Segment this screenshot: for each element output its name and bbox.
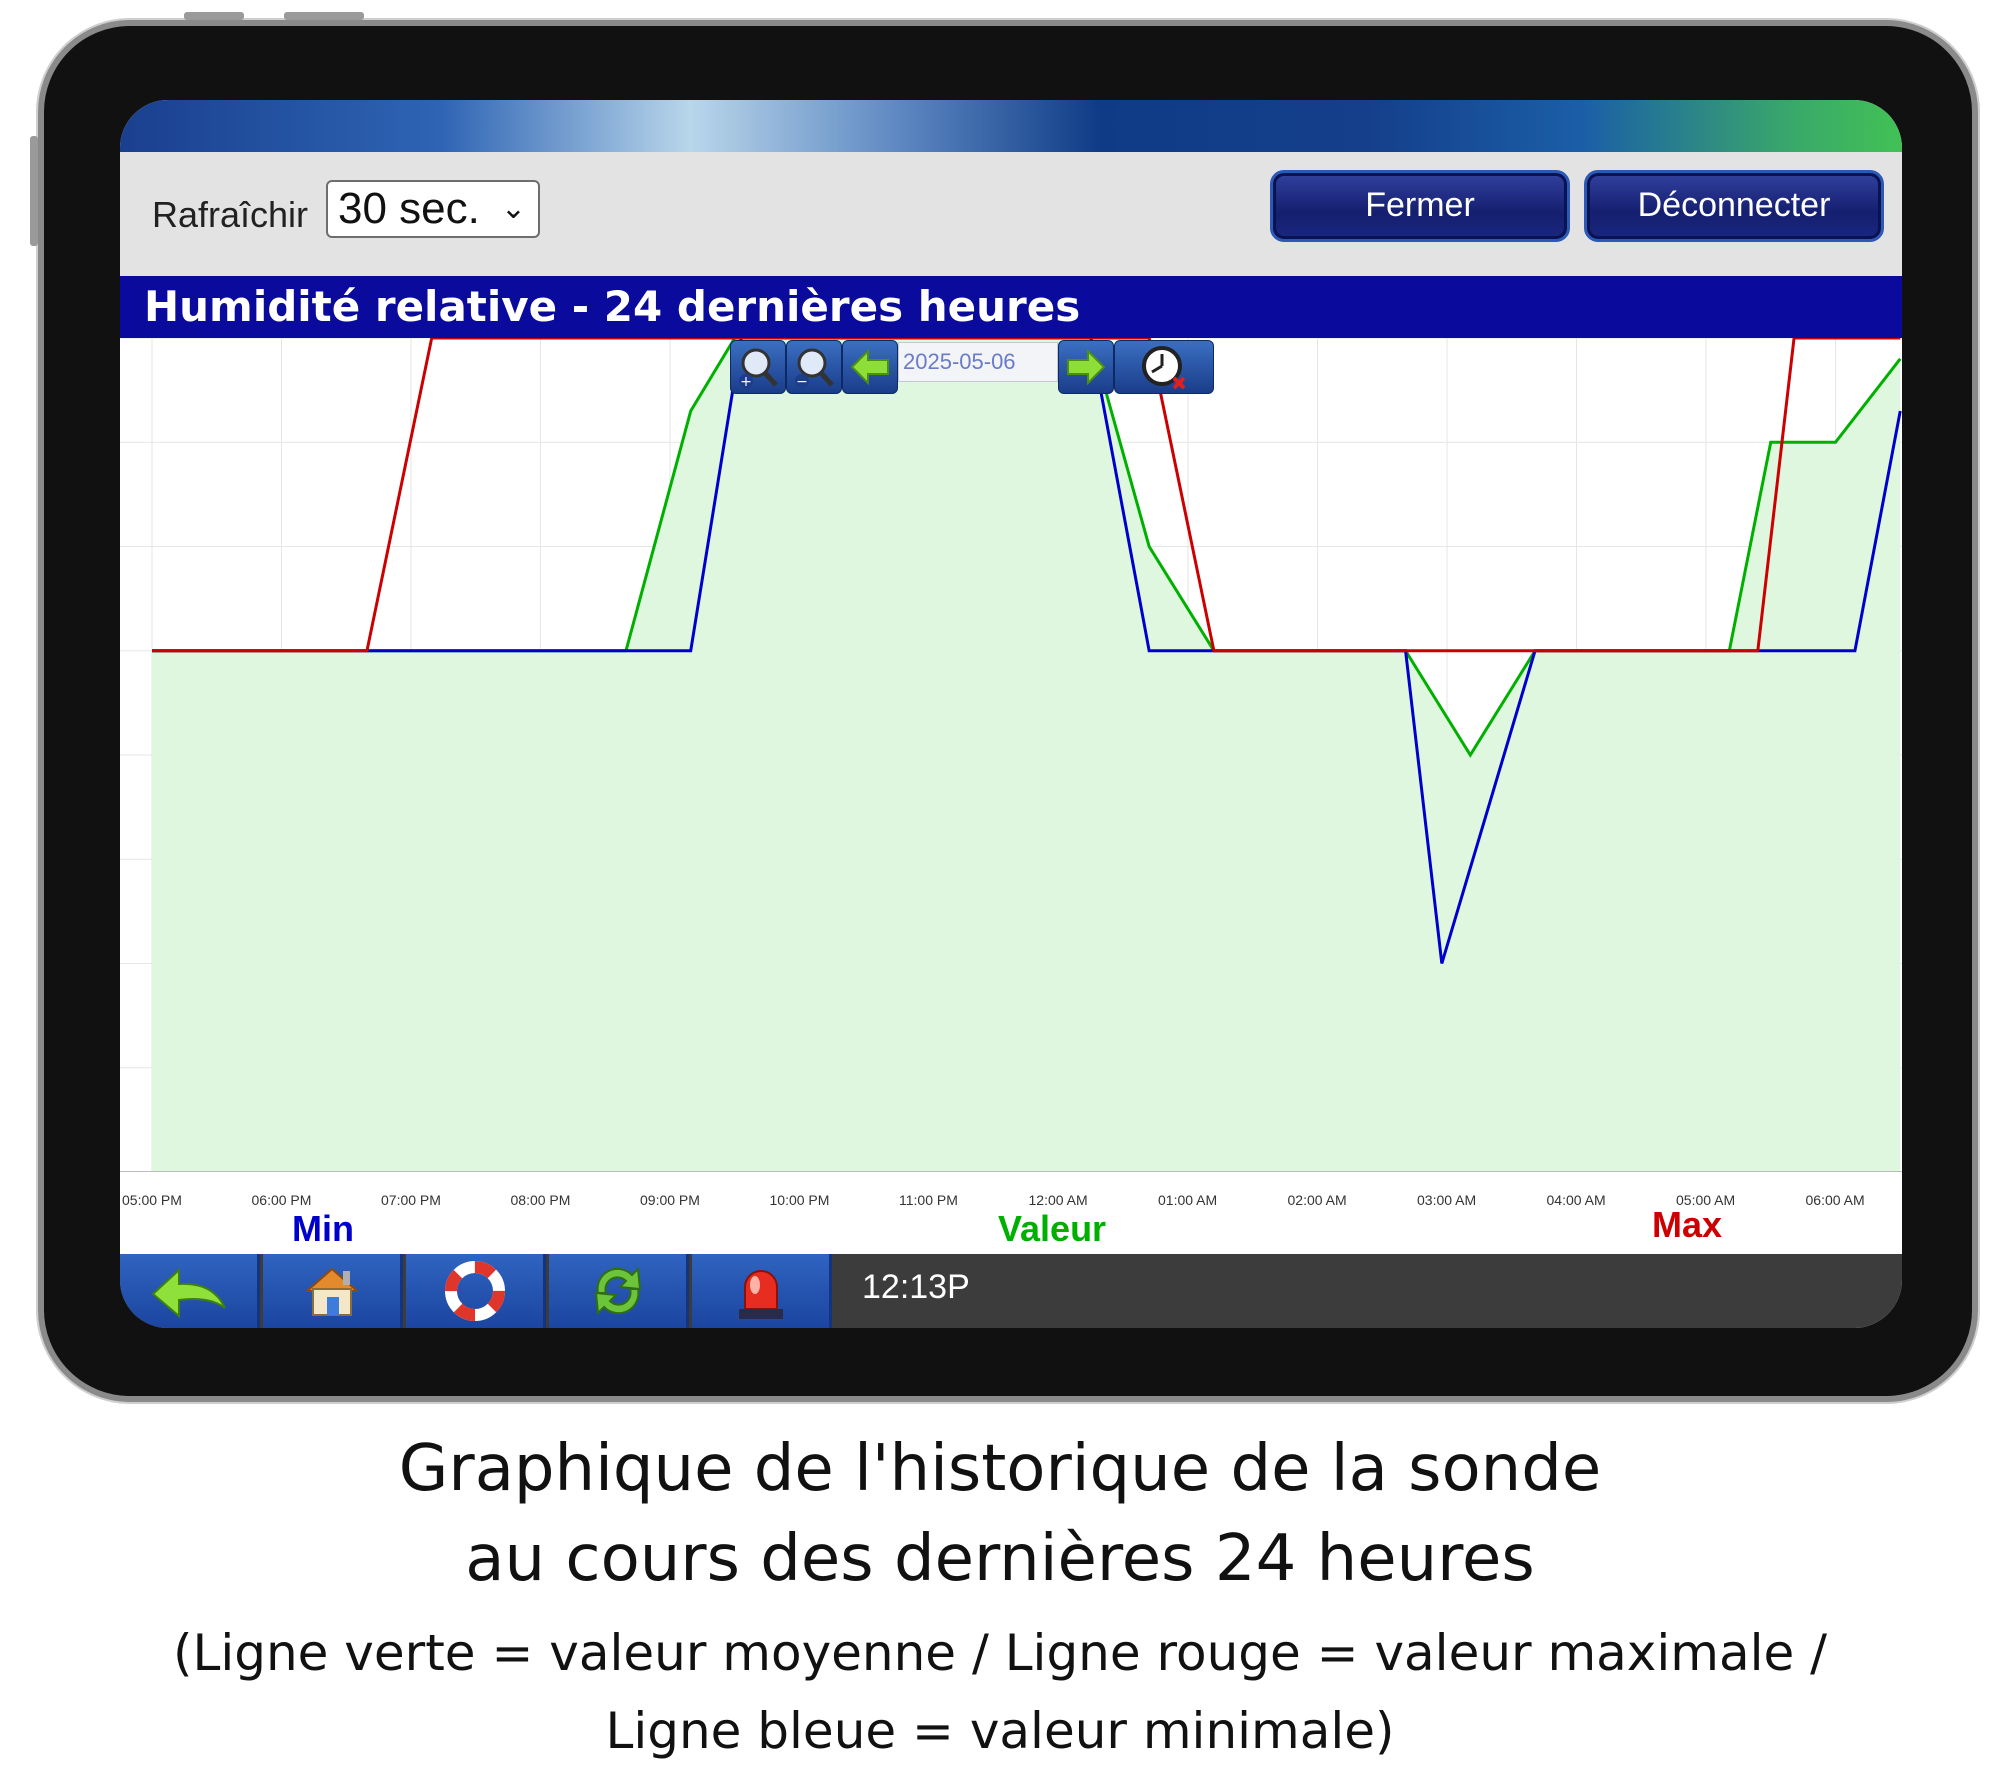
x-tick-label: 01:00 AM [1158,1192,1218,1208]
back-button[interactable] [120,1254,260,1328]
x-tick-label: 07:00 PM [381,1192,441,1208]
zoom-in-icon: + [739,348,778,389]
caption-line-1: Graphique de l'historique de la sonde [398,1432,1602,1506]
x-tick-label: 09:00 PM [640,1192,700,1208]
refresh-label: Rafraîchir [152,194,309,235]
legend-value: Valeur [998,1208,1107,1249]
x-tick-label: 08:00 PM [510,1192,571,1208]
home-button[interactable] [263,1254,403,1328]
home-icon [303,1267,360,1316]
date-field[interactable]: 2025-05-06 [898,342,1058,382]
x-tick-label: 11:00 PM [899,1192,958,1208]
zoom-out-icon: − [795,348,834,389]
bottom-nav-bar: 12:13P [120,1254,1902,1328]
back-arrow-icon [150,1267,226,1318]
x-tick-label: 04:00 AM [1546,1192,1606,1208]
lifebuoy-icon [444,1261,505,1321]
caption-line-4: Ligne bleue = valeur minimale) [605,1702,1395,1760]
power-button [284,12,364,20]
refresh-icon [594,1266,641,1316]
caption-line-2: au cours des dernières 24 heures [465,1522,1535,1596]
header-banner [120,100,1902,152]
x-tick-label: 05:00 PM [122,1192,182,1208]
time-display: 12:13P [862,1268,970,1306]
next-day-button[interactable] [1058,340,1114,394]
volume-button [184,12,244,20]
x-tick-label: 06:00 PM [251,1192,312,1208]
chart-area [120,336,1902,1173]
refresh-interval-value: 30 sec. [338,184,480,233]
x-tick-label: 06:00 AM [1805,1192,1865,1208]
arrow-left-icon [850,349,889,385]
zoom-in-button[interactable]: + [730,340,786,394]
chart-svg [120,336,1902,1173]
x-tick-label: 03:00 AM [1417,1192,1477,1208]
disconnect-button[interactable]: Déconnecter [1584,170,1884,242]
x-tick-label: 02:00 AM [1287,1192,1347,1208]
alarm-beacon-icon [738,1270,783,1319]
x-tick-label: 10:00 PM [769,1192,830,1208]
chart-nav-toolbar: + − 2025-05-06 [730,340,1214,394]
chart-title: Humidité relative - 24 dernières heures [120,276,1902,338]
refresh-interval-select[interactable]: 30 sec. ⌄ [326,180,540,238]
alarms-button[interactable] [692,1254,832,1328]
top-toolbar: Rafraîchir 30 sec. ⌄ Fermer Déconnecter [120,152,1902,276]
arrow-right-icon [1067,349,1106,385]
svg-text:+: + [740,374,752,389]
caption-line-3: (Ligne verte = valeur moyenne / Ligne ro… [172,1624,1828,1682]
legend-min: Min [292,1208,354,1249]
x-tick-label: 12:00 AM [1028,1192,1088,1208]
tablet-screen: Rafraîchir 30 sec. ⌄ Fermer Déconnecter … [120,100,1902,1328]
svg-text:−: − [796,374,808,389]
previous-day-button[interactable] [842,340,898,394]
reset-time-button[interactable] [1114,340,1214,394]
side-button [30,136,38,246]
chevron-down-icon: ⌄ [500,192,526,225]
zoom-out-button[interactable]: − [786,340,842,394]
legend-max: Max [1652,1204,1723,1245]
close-button[interactable]: Fermer [1270,170,1570,242]
help-button[interactable] [406,1254,546,1328]
refresh-button[interactable] [549,1254,689,1328]
clock-reset-icon [1142,346,1186,390]
